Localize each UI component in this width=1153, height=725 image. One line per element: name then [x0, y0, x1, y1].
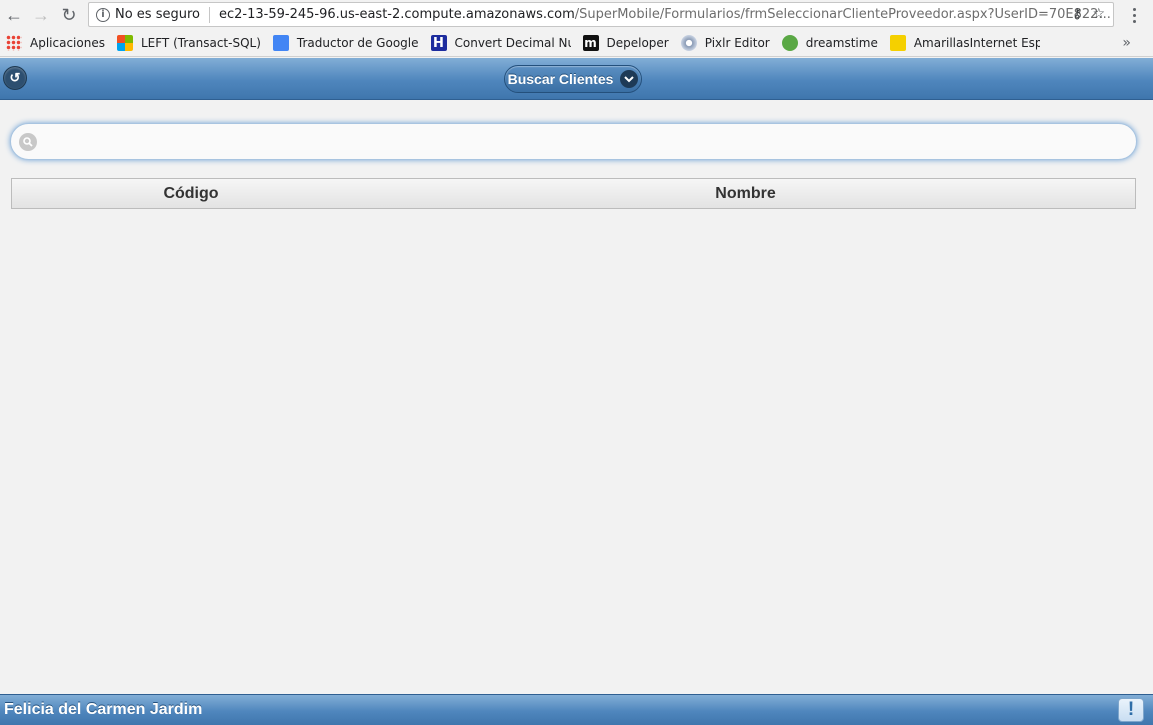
- h-icon: H: [430, 35, 447, 51]
- column-header-codigo[interactable]: Código: [12, 185, 370, 203]
- dreamstime-icon: [781, 35, 798, 51]
- url-host[interactable]: ec2-13-59-245-96.us-east-2.compute.amazo…: [219, 7, 575, 22]
- google-translate-icon: [272, 35, 289, 51]
- browser-toolbar: ← → ↻ i No es seguro ec2-13-59-245-96.us…: [0, 0, 1153, 30]
- address-separator: [209, 6, 210, 23]
- user-name: Felicia del Carmen Jardim: [4, 701, 203, 718]
- bookmarks-bar: Aplicaciones LEFT (Transact-SQL) Traduct…: [0, 30, 1153, 57]
- app-footer: Felicia del Carmen Jardim !: [0, 694, 1153, 725]
- exclamation-icon: !: [1127, 699, 1135, 720]
- omnibox-icons: ⚷ ☆: [1072, 6, 1105, 22]
- url-path[interactable]: /SuperMobile/Formularios/frmSeleccionarC…: [575, 7, 1111, 22]
- bookmark-label: Pixlr Editor: [704, 36, 770, 50]
- star-icon[interactable]: ☆: [1092, 6, 1105, 22]
- search-icon: [19, 132, 37, 151]
- security-label[interactable]: No es seguro: [115, 7, 200, 22]
- bookmark-label: LEFT (Transact-SQL): [140, 36, 261, 50]
- bookmark-dreamstime[interactable]: dreamstime: [781, 35, 878, 51]
- address-bar[interactable]: i No es seguro ec2-13-59-245-96.us-east-…: [88, 2, 1114, 27]
- bookmark-label: Aplicaciones: [30, 36, 105, 50]
- bookmark-left-transact-sql[interactable]: LEFT (Transact-SQL): [116, 35, 261, 51]
- back-button[interactable]: ↺: [3, 66, 27, 90]
- search-box: [10, 123, 1137, 160]
- bookmark-convert-decimal[interactable]: H Convert Decimal Nu: [430, 35, 571, 51]
- bookmark-label: Traductor de Google: [296, 36, 419, 50]
- bookmark-label: Depeloper: [606, 36, 669, 50]
- m-icon: m: [582, 35, 599, 51]
- reload-icon[interactable]: ↻: [58, 4, 80, 26]
- column-header-nombre[interactable]: Nombre: [370, 185, 1135, 203]
- bookmark-label: dreamstime: [805, 36, 878, 50]
- bookmark-aplicaciones[interactable]: Aplicaciones: [6, 35, 105, 51]
- more-bookmarks-icon[interactable]: »: [1122, 35, 1131, 51]
- info-icon[interactable]: i: [96, 7, 110, 22]
- bookmark-label: AmarillasInternet Esp: [913, 36, 1040, 50]
- back-arrow-icon[interactable]: ←: [3, 4, 25, 26]
- menu-dots-icon[interactable]: [1126, 4, 1142, 26]
- bookmark-pixlr-editor[interactable]: Pixlr Editor: [680, 35, 770, 51]
- forward-arrow-icon[interactable]: →: [30, 4, 52, 26]
- apps-grid-icon: [6, 35, 22, 51]
- bookmark-amarillas-internet[interactable]: AmarillasInternet Esp: [889, 35, 1040, 51]
- page-title-dropdown[interactable]: Buscar Clientes: [504, 65, 642, 93]
- amarillas-icon: [889, 35, 906, 51]
- results-table-header: Código Nombre: [11, 178, 1136, 209]
- microsoft-icon: [116, 35, 133, 51]
- pixlr-icon: [680, 35, 697, 51]
- page-title: Buscar Clientes: [507, 71, 614, 87]
- bookmark-traductor-de-google[interactable]: Traductor de Google: [272, 35, 419, 51]
- key-icon[interactable]: ⚷: [1072, 6, 1082, 22]
- bookmark-label: Convert Decimal Nu: [454, 36, 571, 50]
- bookmark-depeloper[interactable]: m Depeloper: [582, 35, 669, 51]
- search-input[interactable]: [37, 124, 1136, 159]
- alert-button[interactable]: !: [1118, 698, 1144, 722]
- chevron-down-icon: [620, 70, 639, 88]
- app-header: ↺ Buscar Clientes: [0, 58, 1153, 100]
- undo-icon: ↺: [9, 70, 21, 85]
